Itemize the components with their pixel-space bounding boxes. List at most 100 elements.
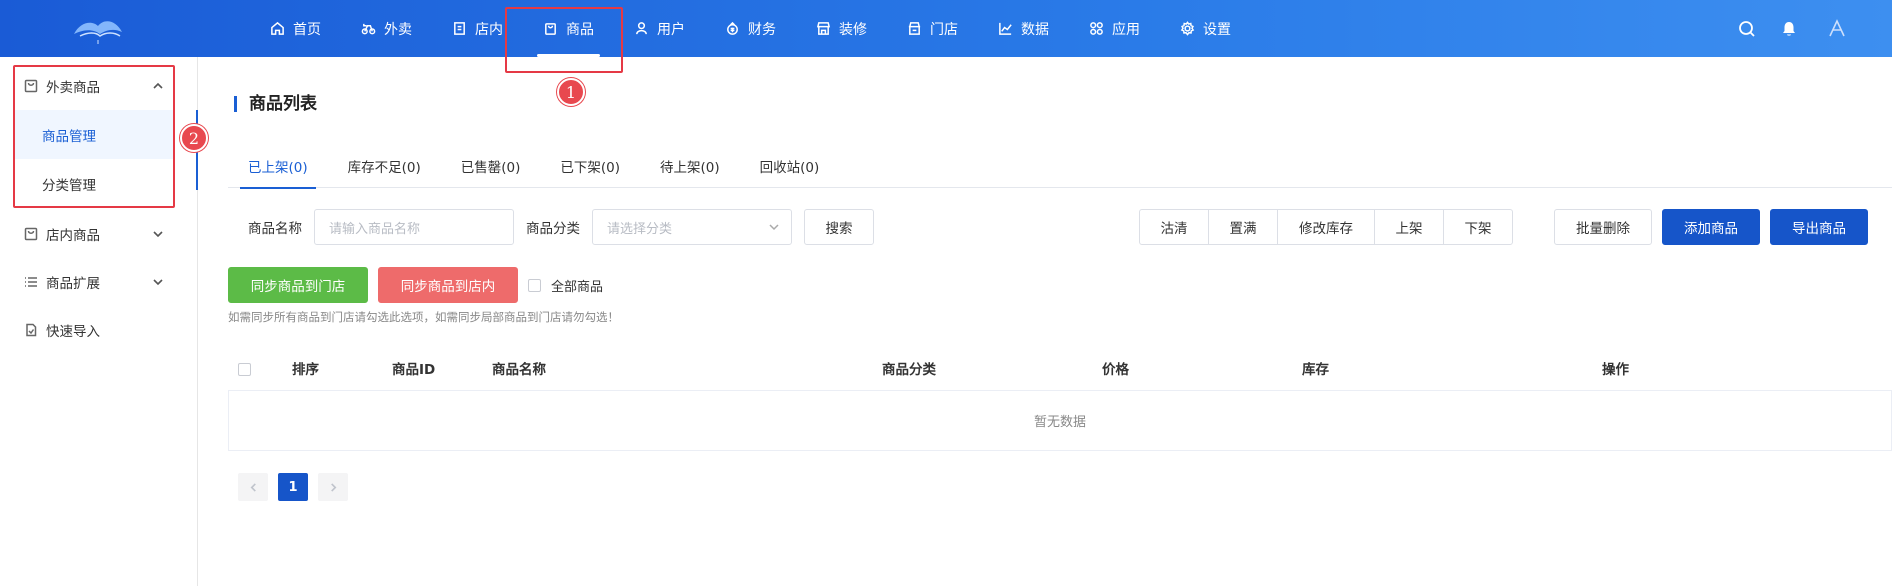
import-icon <box>26 323 37 337</box>
nav-finance[interactable]: 财务 <box>705 0 796 57</box>
tab-off-shelf[interactable]: 已下架(0) <box>540 148 640 188</box>
tab-sold-out[interactable]: 已售罄(0) <box>441 148 541 188</box>
category-placeholder: 请选择分类 <box>607 221 673 237</box>
category-select[interactable]: 请选择分类 <box>592 209 792 245</box>
product-name-placeholder: 请输入商品名称 <box>329 221 421 237</box>
table-header: 排序 商品ID 商品名称 商品分类 价格 库存 操作 <box>228 349 1892 391</box>
col-stock: 库存 <box>1302 362 1329 378</box>
prev-page-button[interactable] <box>238 473 268 501</box>
sidebar-group-label: 快速导入 <box>46 324 100 340</box>
nav-instore-label: 店内 <box>475 21 503 38</box>
modify-stock-button[interactable]: 修改库存 <box>1277 209 1375 245</box>
all-products-checkbox[interactable]: 全部商品 <box>528 276 603 295</box>
nav-settings-label: 设置 <box>1203 21 1231 38</box>
bell-icon[interactable] <box>1780 20 1798 38</box>
chevron-down-icon <box>769 224 779 231</box>
avatar[interactable] <box>1822 14 1852 44</box>
bike-icon <box>361 23 376 35</box>
col-product-name: 商品名称 <box>492 362 546 378</box>
sidebar-group-label: 店内商品 <box>46 228 100 244</box>
nav-decoration-label: 装修 <box>839 21 867 38</box>
status-tabs: 已上架(0) 库存不足(0) 已售罄(0) 已下架(0) 待上架(0) 回收站(… <box>228 148 1892 189</box>
batch-button-group: 沽清 置满 修改库存 上架 下架 <box>1139 209 1513 245</box>
empty-state: 暂无数据 <box>228 391 1892 451</box>
checkbox-box[interactable] <box>528 278 541 292</box>
col-actions: 操作 <box>1602 362 1629 378</box>
page-title: 商品列表 <box>234 96 317 113</box>
select-all-checkbox[interactable] <box>238 363 251 376</box>
sidebar-group-label: 商品扩展 <box>46 276 100 292</box>
list-icon <box>25 277 37 287</box>
brand-logo-icon[interactable] <box>70 10 126 46</box>
export-product-button[interactable]: 导出商品 <box>1770 209 1868 245</box>
sidebar-group-quick-import[interactable]: 快速导入 <box>0 306 197 354</box>
avatar-logo-icon <box>1829 18 1845 36</box>
top-right-tools <box>1738 0 1852 57</box>
chevron-left-icon <box>250 482 256 492</box>
search-icon[interactable] <box>1738 20 1756 38</box>
bag-icon <box>24 227 38 241</box>
tab-recycle-bin[interactable]: 回收站(0) <box>740 148 840 188</box>
add-product-button[interactable]: 添加商品 <box>1662 209 1760 245</box>
nav-stores[interactable]: 门店 <box>887 0 978 57</box>
category-label: 商品分类 <box>526 221 580 237</box>
annotation-box-2 <box>13 65 175 208</box>
annotation-marker-1: 1 <box>557 78 585 106</box>
sync-to-instore-button[interactable]: 同步商品到店内 <box>378 267 518 303</box>
annotation-marker-2: 2 <box>180 124 208 152</box>
tab-on-shelf[interactable]: 已上架(0) <box>228 148 328 189</box>
fill-stock-button[interactable]: 置满 <box>1208 209 1278 245</box>
nav-takeout[interactable]: 外卖 <box>341 0 432 57</box>
tab-low-stock[interactable]: 库存不足(0) <box>328 148 441 188</box>
search-button[interactable]: 搜索 <box>804 209 874 245</box>
nav-users-label: 用户 <box>657 21 685 38</box>
annotation-box-1 <box>505 7 623 73</box>
sync-to-stores-button[interactable]: 同步商品到门店 <box>228 267 368 303</box>
tab-pending[interactable]: 待上架(0) <box>640 148 740 188</box>
main-content: 商品列表 已上架(0) 库存不足(0) 已售罄(0) 已下架(0) 待上架(0)… <box>210 66 1892 586</box>
product-name-label: 商品名称 <box>248 221 302 237</box>
money-icon <box>727 21 738 35</box>
chevron-down-icon <box>153 231 163 238</box>
shop-icon <box>908 22 921 35</box>
nav-decoration[interactable]: 装修 <box>796 0 887 57</box>
apps-icon <box>1090 22 1103 35</box>
user-icon <box>636 22 647 35</box>
chart-icon <box>999 22 1012 35</box>
col-price: 价格 <box>1102 362 1129 378</box>
top-navbar: 首页 外卖 店内 商品 用户 财务 装修 门店 数据 应用 设置 <box>0 0 1892 57</box>
all-products-label: 全部商品 <box>551 279 604 295</box>
sidebar-group-product-extension[interactable]: 商品扩展 <box>0 258 197 306</box>
batch-delete-button[interactable]: 批量删除 <box>1554 209 1652 245</box>
product-table: 排序 商品ID 商品名称 商品分类 价格 库存 操作 暂无数据 <box>228 349 1892 451</box>
sidebar-group-instore-products[interactable]: 店内商品 <box>0 210 197 258</box>
chevron-right-icon <box>330 482 336 492</box>
nav-data-label: 数据 <box>1021 21 1049 38</box>
nav-users[interactable]: 用户 <box>614 0 705 57</box>
sync-hint-text: 如需同步所有商品到门店请勾选此选项，如需同步局部商品到门店请勿勾选！ <box>228 310 619 324</box>
store-in-icon <box>454 22 465 35</box>
nav-home[interactable]: 首页 <box>250 0 341 57</box>
col-category: 商品分类 <box>882 362 936 378</box>
home-icon <box>271 21 284 35</box>
nav-apps-label: 应用 <box>1112 21 1140 38</box>
chevron-down-icon <box>153 279 163 286</box>
next-page-button[interactable] <box>318 473 348 501</box>
nav-settings[interactable]: 设置 <box>1160 0 1251 57</box>
gear-icon <box>1180 21 1195 36</box>
col-product-id: 商品ID <box>392 362 436 378</box>
put-on-shelf-button[interactable]: 上架 <box>1374 209 1444 245</box>
take-off-shelf-button[interactable]: 下架 <box>1443 209 1513 245</box>
nav-stores-label: 门店 <box>930 21 958 38</box>
sync-row: 同步商品到门店 同步商品到店内 全部商品 <box>228 267 603 303</box>
nav-data[interactable]: 数据 <box>978 0 1069 57</box>
sell-out-button[interactable]: 沽清 <box>1139 209 1209 245</box>
nav-apps[interactable]: 应用 <box>1069 0 1160 57</box>
nav-finance-label: 财务 <box>748 21 776 38</box>
page-number[interactable]: 1 <box>278 473 308 501</box>
main-nav: 首页 外卖 店内 商品 用户 财务 装修 门店 数据 应用 设置 <box>250 0 1251 57</box>
product-name-input[interactable]: 请输入商品名称 <box>314 209 514 245</box>
pagination: 1 <box>238 473 348 501</box>
col-sort: 排序 <box>292 362 319 378</box>
nav-home-label: 首页 <box>293 21 321 38</box>
